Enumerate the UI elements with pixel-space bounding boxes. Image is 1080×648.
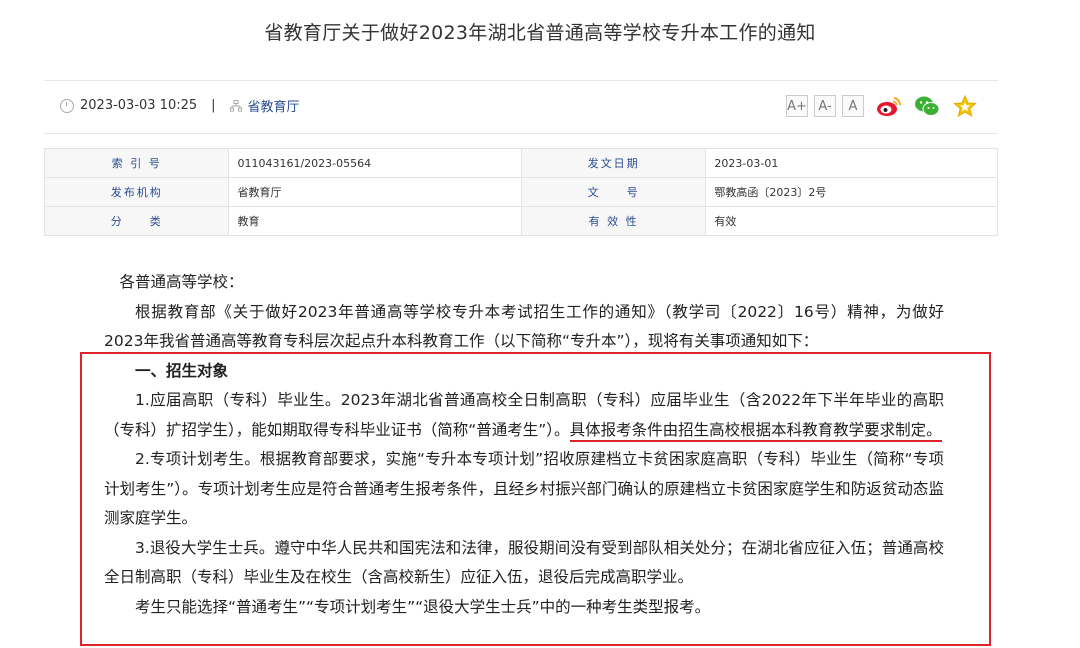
table-row: 分 类 教育 有 效 性 有效 <box>43 206 998 236</box>
table-row: 发布机构 省教育厅 文 号 鄂教高函〔2023〕2号 <box>43 177 998 207</box>
organization-icon <box>229 99 242 112</box>
index-number-value: 011043161/2023-05564 <box>228 148 522 178</box>
table-row: 索 引 号 011043161/2023-05564 发文日期 2023-03-… <box>43 148 998 178</box>
favorite-star-icon[interactable] <box>952 93 978 119</box>
issue-date-label: 发文日期 <box>520 148 707 178</box>
wechat-share-icon[interactable] <box>914 93 940 119</box>
intro-paragraph: 根据教育部《关于做好2023年普通高等学校专升本考试招生工作的通知》（教学司〔2… <box>104 302 944 351</box>
publisher-value: 省教育厅 <box>228 177 522 207</box>
category-label: 分 类 <box>43 206 230 236</box>
category-value: 教育 <box>228 206 522 236</box>
issue-date-value: 2023-03-01 <box>705 148 998 178</box>
weibo-share-icon[interactable] <box>876 93 902 119</box>
font-decrease-button[interactable]: A- <box>814 95 836 117</box>
document-number-label: 文 号 <box>520 177 707 207</box>
meta-separator: | <box>211 98 216 113</box>
publish-datetime: 2023-03-03 10:25 <box>80 98 198 113</box>
index-number-label: 索 引 号 <box>43 148 230 178</box>
article-tools: A+ A- A <box>786 93 978 119</box>
greeting: 各普通高等学校： <box>119 273 244 291</box>
publisher-label: 发布机构 <box>43 177 230 207</box>
clock-icon <box>60 98 74 113</box>
publish-source[interactable]: 省教育厅 <box>248 96 300 115</box>
font-increase-button[interactable]: A+ <box>786 95 808 117</box>
font-reset-button[interactable]: A <box>842 95 864 117</box>
validity-label: 有 效 性 <box>520 206 707 236</box>
page-title: 省教育厅关于做好2023年湖北省普通高等学校专升本工作的通知 <box>264 22 816 44</box>
article-meta-bar: 2023-03-03 10:25 | 省教育厅 A+ A- A <box>44 80 998 134</box>
document-info-table: 索 引 号 011043161/2023-05564 发文日期 2023-03-… <box>43 148 998 236</box>
publish-info: 2023-03-03 10:25 | 省教育厅 <box>60 96 300 115</box>
document-number-value: 鄂教高函〔2023〕2号 <box>705 177 998 207</box>
highlight-box <box>80 352 991 646</box>
validity-value: 有效 <box>705 206 998 236</box>
